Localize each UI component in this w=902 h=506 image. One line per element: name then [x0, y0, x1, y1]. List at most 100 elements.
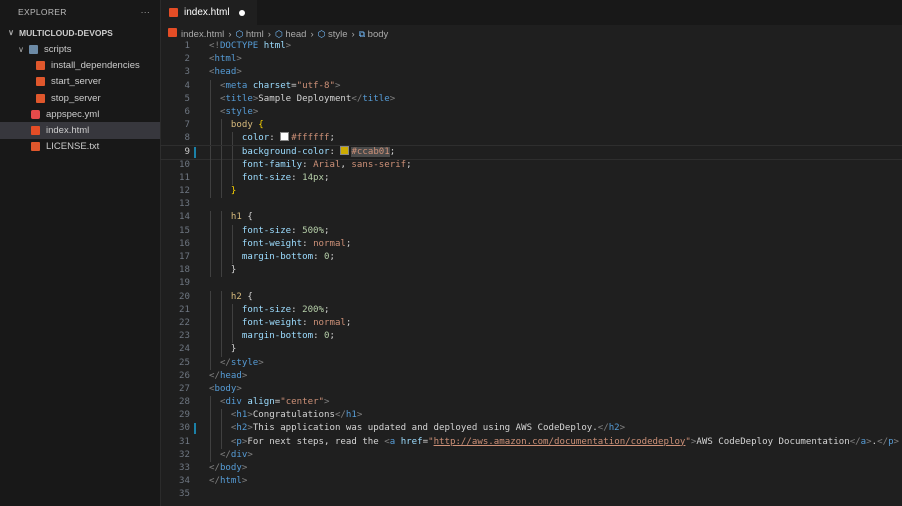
token-t: html [214, 54, 237, 65]
code-line[interactable]: 27 <body> [161, 383, 902, 396]
line-number: 4 [184, 80, 190, 91]
breadcrumb-label: index.html [181, 29, 225, 40]
code-line[interactable]: 35 [161, 488, 902, 501]
token-br: } [230, 186, 237, 197]
code-line[interactable]: 28 <div align="center"> [161, 396, 902, 410]
indent-guide [210, 171, 211, 186]
code-line[interactable]: 1 <!DOCTYPE html> [161, 40, 902, 53]
code-line[interactable]: 18} [161, 264, 902, 278]
tab-index-html[interactable]: index.html [161, 0, 257, 25]
code-line[interactable]: 24} [161, 343, 902, 357]
code-text: </div> [220, 449, 253, 462]
code-line[interactable]: 15 font-size: 500%; [161, 224, 902, 238]
code-line[interactable]: 14 h1 { [161, 211, 902, 225]
breadcrumb-item-html[interactable]: ⬡ html [235, 29, 263, 40]
code-line[interactable]: 22 font-weight: normal; [161, 316, 902, 331]
code-text: h1 { [231, 211, 253, 224]
token-x: : [291, 304, 303, 315]
code-line[interactable]: 7 body { [161, 119, 902, 133]
shell-script-icon [36, 77, 45, 87]
code-line[interactable]: 20 h2 { [161, 290, 902, 304]
chevron-right-icon: › [310, 28, 314, 40]
code-line[interactable]: 25 </style> [161, 356, 902, 370]
code-line[interactable]: 19 [161, 277, 902, 290]
code-line[interactable]: 12} [161, 185, 902, 199]
breadcrumb-item-style[interactable]: ⬡ style [318, 29, 348, 40]
code-line[interactable]: 11 font-size: 14px; [161, 171, 902, 186]
code-line[interactable]: 32 </div> [161, 448, 902, 462]
file-item-license-txt[interactable]: LICENSE.txt [0, 139, 160, 155]
color-swatch-icon[interactable] [280, 132, 290, 142]
token-t: head [214, 67, 237, 78]
line-number: 9 [184, 146, 190, 157]
html5-icon [169, 8, 178, 17]
token-p: font-size [241, 172, 292, 183]
code-line[interactable]: 8 color: #ffffff; [161, 132, 902, 146]
indent-guide [220, 290, 222, 304]
shell-script-icon [36, 93, 45, 103]
project-folder[interactable]: ∨ MULTICLOUD-DEVOPS [0, 24, 160, 41]
code-text: font-size: 500%; [242, 225, 330, 238]
code-line[interactable]: 34 </html> [161, 475, 902, 488]
color-swatch-icon[interactable] [340, 145, 350, 155]
code-line[interactable]: 4 <meta charset="utf-8"> [161, 79, 902, 93]
code-line[interactable]: 17 margin-bottom: 0; [161, 251, 902, 265]
code-line[interactable]: 33 </body> [161, 462, 902, 475]
file-item-appspec-yml[interactable]: appspec.yml [0, 106, 160, 122]
file-item-install-dependencies[interactable]: install_dependencies [0, 57, 160, 73]
line-number: 2 [184, 54, 190, 65]
token-b: > [285, 41, 292, 51]
indent-guide [210, 79, 211, 93]
indent-guide [210, 158, 211, 172]
code-line[interactable]: 10 font-family: Arial, sans-serif; [161, 158, 902, 172]
code-line[interactable]: 3 <head> [161, 66, 902, 79]
code-line[interactable]: 23 margin-bottom: 0; [161, 330, 902, 344]
token-b: </ [219, 449, 231, 460]
token-u[interactable]: http://aws.amazon.com/documentation/code… [434, 437, 686, 447]
file-item-index-html[interactable]: index.html [0, 122, 160, 139]
unsaved-dot-icon[interactable] [238, 9, 245, 16]
code-line[interactable]: 29 <h1>Congratulations</h1> [161, 409, 902, 423]
token-p: font-weight [241, 238, 303, 249]
more-actions-button[interactable]: ··· [141, 7, 150, 17]
code-line[interactable]: 16 font-weight: normal; [161, 237, 902, 251]
token-b: </ [849, 436, 861, 447]
token-x: { [241, 291, 253, 302]
code-line[interactable]: 5 <title>Sample Deployment</title> [161, 92, 902, 106]
code-line[interactable]: 26 </head> [161, 370, 902, 383]
token-t: style [230, 357, 259, 368]
code-line[interactable]: 31 <p>For next steps, read the <a href="h… [161, 435, 902, 449]
token-x: : [302, 238, 314, 249]
indent-guide [220, 303, 222, 317]
indent-guide [220, 224, 222, 238]
indent-guide [231, 237, 233, 251]
line-number: 19 [179, 278, 190, 289]
indent-guide [220, 185, 222, 199]
line-number: 5 [184, 93, 190, 104]
token-b: > [389, 93, 396, 104]
file-item-stop-server[interactable]: stop_server [0, 90, 160, 106]
line-number: 7 [184, 120, 190, 131]
code-line[interactable]: 2 <html> [161, 53, 902, 66]
code-text: <html> [209, 53, 242, 66]
breadcrumb-item-body[interactable]: ⧉ body [359, 29, 389, 40]
code-line[interactable]: 30 <h2>This application was updated and d… [161, 422, 902, 436]
file-item-start-server[interactable]: start_server [0, 74, 160, 90]
token-v: sans-serif [351, 159, 407, 170]
code-editor[interactable]: 1 <!DOCTYPE html> 2 <html> 3 <head> 4 <meta cha… [160, 40, 902, 502]
code-line[interactable]: 9 background-color: #ccab01; [160, 144, 902, 160]
indent-guide [220, 316, 222, 331]
file-item-scripts[interactable]: ∨ scripts [0, 41, 160, 57]
code-line[interactable]: 21 font-size: 200%; [161, 303, 902, 317]
token-t: DOCTYPE [219, 41, 259, 51]
indent-guide [220, 330, 222, 344]
code-text: <h1>Congratulations</h1> [231, 409, 362, 422]
code-line[interactable]: 13 [161, 198, 902, 211]
token-x: ; [324, 304, 330, 315]
breadcrumb-item-index-html[interactable]: index.html [168, 28, 224, 40]
indent-guide [220, 145, 222, 159]
code-line[interactable]: 6 <style> [161, 105, 902, 120]
token-b: </ [219, 357, 231, 368]
breadcrumb-item-head[interactable]: ⬡ head [275, 29, 307, 40]
token-b: > [236, 383, 242, 394]
